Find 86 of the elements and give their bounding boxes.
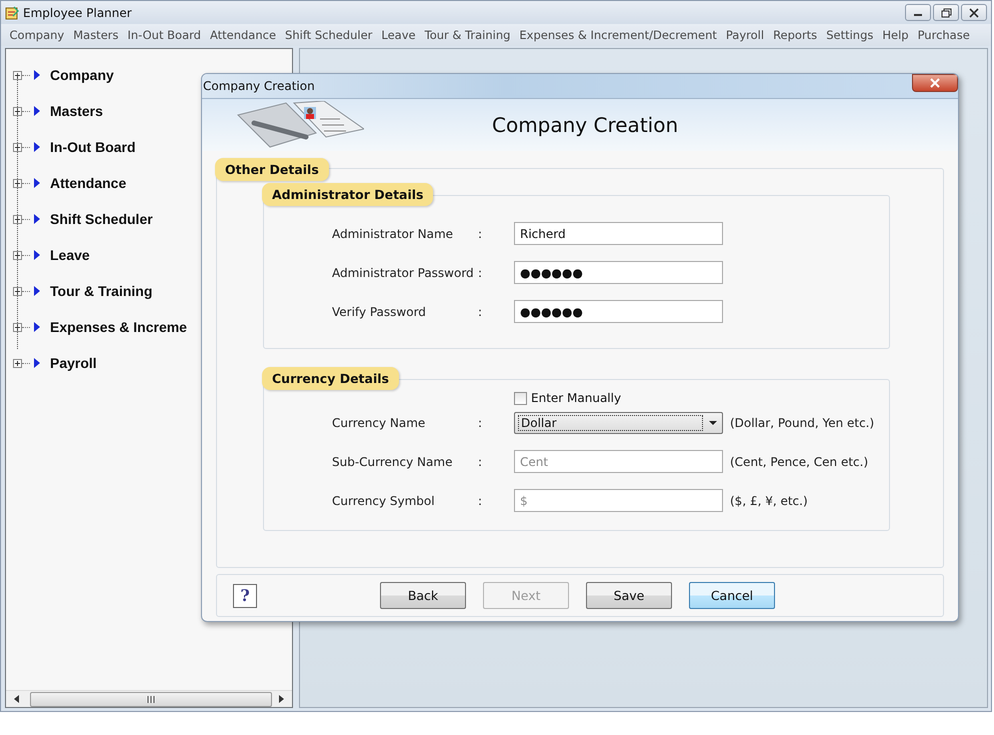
notebook-pen-icon <box>234 101 364 149</box>
triangle-icon <box>34 358 40 368</box>
caret-icon <box>707 420 719 426</box>
field-label: Sub-Currency Name <box>332 454 454 468</box>
menu-item[interactable]: In-Out Board <box>122 28 206 42</box>
tree-item-label[interactable]: Expenses & Increme <box>50 319 187 335</box>
dialog-button[interactable]: Back <box>380 582 466 609</box>
checkbox[interactable] <box>514 392 527 404</box>
input-field[interactable]: ●●●●●● <box>514 261 723 284</box>
tree-item-label[interactable]: Tour & Training <box>50 283 152 299</box>
minimize-button[interactable] <box>905 4 931 21</box>
menu-item[interactable]: Shift Scheduler <box>280 28 377 42</box>
colon: : <box>478 226 484 240</box>
close-icon <box>969 8 979 18</box>
restore-button[interactable] <box>933 4 959 21</box>
field-hint: (Cent, Pence, Cen etc.) <box>730 454 870 468</box>
input-field[interactable]: ●●●●●● <box>514 300 723 323</box>
menu-item[interactable]: Help <box>878 28 914 42</box>
grip-icon <box>147 696 155 702</box>
expand-icon[interactable] <box>13 286 22 296</box>
group-title: Other Details <box>215 158 329 181</box>
field-label: Verify Password <box>332 304 427 318</box>
dialog-title: Company Creation <box>203 79 315 93</box>
window-title: Employee Planner <box>23 6 132 20</box>
expand-icon[interactable] <box>13 106 22 116</box>
dialog-heading: Company Creation <box>492 113 678 137</box>
triangle-icon <box>34 178 40 188</box>
menu-item[interactable]: Tour & Training <box>420 28 515 42</box>
section-title: Administrator Details <box>262 183 434 206</box>
scroll-right-icon[interactable] <box>276 695 286 703</box>
tree-item-label[interactable]: In-Out Board <box>50 139 136 155</box>
close-icon <box>929 78 941 88</box>
menu-item[interactable]: Masters <box>68 28 123 42</box>
help-button[interactable]: ? <box>233 584 257 608</box>
input-field[interactable]: Richerd <box>514 222 723 245</box>
menu-item[interactable]: Settings <box>822 28 878 42</box>
dialog-button[interactable]: Save <box>586 582 672 609</box>
menu-item[interactable]: Purchase <box>913 28 974 42</box>
tree-item-label[interactable]: Shift Scheduler <box>50 211 153 227</box>
expand-icon[interactable] <box>13 358 22 368</box>
menu-item[interactable]: Reports <box>768 28 822 42</box>
expand-icon[interactable] <box>13 178 22 188</box>
field-label: Currency Name <box>332 416 426 430</box>
colon: : <box>478 454 484 468</box>
triangle-icon <box>34 142 40 152</box>
menu-item[interactable]: Company <box>5 28 69 42</box>
dropdown-field[interactable]: Dollar <box>514 412 723 434</box>
field-label: Administrator Name <box>332 226 454 240</box>
checkbox-label[interactable]: Enter Manually <box>531 391 622 405</box>
menu-item[interactable]: Leave <box>376 28 420 42</box>
field-label: Currency Symbol <box>332 494 436 508</box>
dialog-button[interactable]: Cancel <box>689 582 775 609</box>
menu-item[interactable]: Attendance <box>205 28 281 42</box>
colon: : <box>478 494 484 508</box>
expand-icon[interactable] <box>13 250 22 260</box>
expand-icon[interactable] <box>13 322 22 332</box>
expand-icon[interactable] <box>13 214 22 224</box>
close-button[interactable] <box>912 74 958 92</box>
expand-icon[interactable] <box>13 142 22 152</box>
colon: : <box>478 416 484 430</box>
field-label: Administrator Password <box>332 266 475 280</box>
section-title: Currency Details <box>262 367 399 390</box>
scrollbar-thumb[interactable] <box>30 692 272 706</box>
horizontal-scrollbar[interactable] <box>6 690 292 707</box>
expand-icon[interactable] <box>13 70 22 80</box>
menu-item[interactable]: Payroll <box>721 28 769 42</box>
triangle-icon <box>34 214 40 224</box>
scroll-left-icon[interactable] <box>12 695 22 703</box>
tree-item-label[interactable]: Payroll <box>50 355 97 371</box>
triangle-icon <box>34 70 40 80</box>
triangle-icon <box>34 322 40 332</box>
tree-item-label[interactable]: Leave <box>50 247 90 263</box>
close-button[interactable] <box>961 4 987 21</box>
app-icon <box>5 6 19 20</box>
triangle-icon <box>34 250 40 260</box>
triangle-icon <box>34 286 40 296</box>
triangle-icon <box>34 106 40 116</box>
tree-item-label[interactable]: Attendance <box>50 175 126 191</box>
menu-item[interactable]: Expenses & Increment/Decrement <box>514 28 722 42</box>
restore-icon <box>940 8 952 18</box>
field-hint: ($, £, ¥, etc.) <box>730 494 809 508</box>
field-hint: (Dollar, Pound, Yen etc.) <box>730 416 876 430</box>
tree-item-label[interactable]: Masters <box>50 103 103 119</box>
colon: : <box>478 266 484 280</box>
colon: : <box>478 304 484 318</box>
tree-item-label[interactable]: Company <box>50 67 114 83</box>
